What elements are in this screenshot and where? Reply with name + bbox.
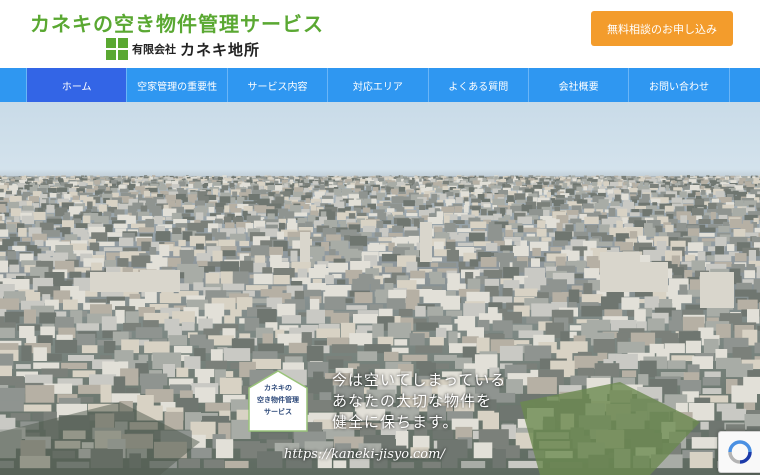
service-badge: カネキの 空き物件管理 サービス [248, 370, 308, 432]
free-consultation-button[interactable]: 無料相談のお申し込み [591, 11, 733, 46]
nav-item-importance[interactable]: 空家管理の重要性 [127, 68, 228, 102]
nav-item-contact[interactable]: お問い合わせ [629, 68, 730, 102]
company-prefix: 有限会社 [132, 43, 176, 56]
company-logo-icon [106, 38, 128, 60]
nav-spacer [0, 68, 27, 102]
badge-line-1: カネキの [264, 384, 292, 392]
recaptcha-icon [728, 440, 752, 464]
nav-item-area[interactable]: 対応エリア [328, 68, 429, 102]
recaptcha-badge[interactable] [718, 431, 760, 473]
tagline-line-2: あなたの大切な物件を [332, 392, 493, 410]
company-name: カネキ地所 [180, 40, 261, 59]
hero-tagline: 今は空いてしまっている あなたの大切な物件を 健全に保ちます。 [332, 370, 506, 433]
site-header: カネキの空き物件管理サービス 有限会社 カネキ地所 無料相談のお申し込み [0, 0, 760, 68]
nav-item-home[interactable]: ホーム [27, 68, 128, 102]
main-nav: ホーム 空家管理の重要性 サービス内容 対応エリア よくある質問 会社概要 お問… [0, 68, 760, 102]
badge-line-2: 空き物件管理 [257, 396, 299, 404]
nav-item-services[interactable]: サービス内容 [228, 68, 329, 102]
company-brand[interactable]: 有限会社 カネキ地所 [106, 38, 260, 60]
hero-url: https://kaneki-jisyo.com/ [284, 447, 445, 462]
tagline-line-1: 今は空いてしまっている [332, 371, 507, 389]
site-title[interactable]: カネキの空き物件管理サービス [30, 8, 324, 37]
tagline-line-3: 健全に保ちます。 [332, 413, 459, 431]
badge-text: カネキの 空き物件管理 サービス [248, 382, 308, 418]
badge-line-3: サービス [264, 408, 292, 416]
nav-item-faq[interactable]: よくある質問 [429, 68, 529, 102]
hero-banner: カネキの 空き物件管理 サービス 今は空いてしまっている あなたの大切な物件を … [0, 102, 760, 475]
nav-item-company[interactable]: 会社概要 [529, 68, 630, 102]
